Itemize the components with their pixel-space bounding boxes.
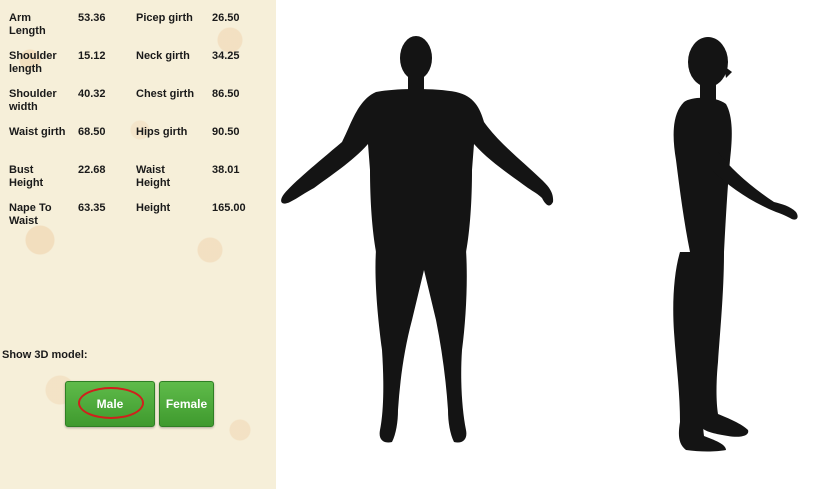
measurement-value: 22.68: [78, 164, 106, 176]
model-legs: [375, 250, 467, 443]
measurement-label: Waist girth: [9, 126, 66, 138]
measurement-value: 38.01: [212, 164, 240, 176]
measurement-label: Arm Length: [9, 12, 46, 37]
measurement-label: Hips girth: [136, 126, 188, 138]
measurement-value: 86.50: [212, 88, 240, 100]
model-torso-arms: [281, 89, 554, 252]
measurement-label: Height: [136, 202, 171, 214]
measurement-label: Shoulder length: [9, 50, 57, 75]
measurement-label: Chest girth: [136, 88, 195, 100]
measurement-value: 90.50: [212, 126, 240, 138]
measurement-value: 40.32: [78, 88, 106, 100]
measurement-label: Bust Height: [9, 164, 44, 189]
female-button[interactable]: Female: [159, 381, 214, 427]
measurement-value: 53.36: [78, 12, 106, 24]
male-button[interactable]: Male: [65, 381, 155, 427]
measurement-value: 34.25: [212, 50, 240, 62]
measurement-value: 165.00: [212, 202, 246, 214]
measurement-label: Nape To Waist: [9, 202, 52, 227]
measurement-label: Waist Height: [136, 164, 171, 189]
measurement-label: Picep girth: [136, 12, 193, 24]
measurement-value: 63.35: [78, 202, 106, 214]
measurement-label: Neck girth: [136, 50, 190, 62]
show-3d-model-label: Show 3D model:: [2, 349, 88, 361]
male-model-side-view[interactable]: [620, 32, 810, 452]
measurement-value: 68.50: [78, 126, 106, 138]
measurements-panel: Arm Length 53.36 Picep girth 26.50 Shoul…: [0, 0, 276, 489]
model-head: [400, 36, 432, 80]
model-nose: [724, 66, 732, 78]
measurement-value: 15.12: [78, 50, 106, 62]
measurement-value: 26.50: [212, 12, 240, 24]
male-model-front-view[interactable]: [276, 30, 558, 450]
measurement-label: Shoulder width: [9, 88, 57, 113]
model-head: [688, 37, 728, 87]
